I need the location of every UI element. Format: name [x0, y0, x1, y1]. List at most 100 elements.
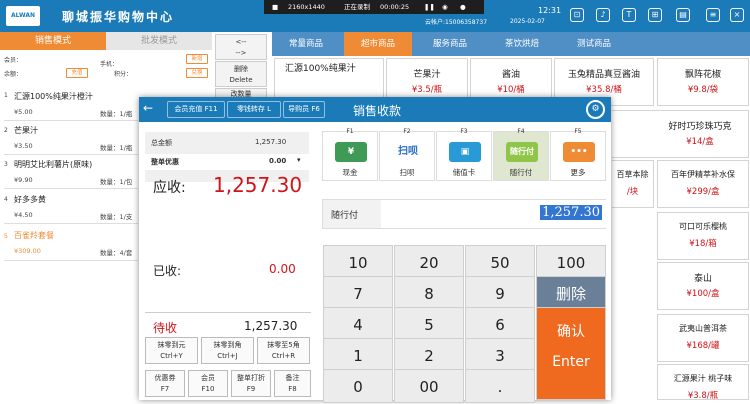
- product-tile[interactable]: 好时巧珍珠巧克 ¥14/盒: [612, 110, 749, 158]
- tab-category-active[interactable]: 超市商品: [344, 32, 412, 56]
- printer-icon[interactable]: ▤: [676, 8, 690, 22]
- divider: [4, 260, 138, 261]
- due-value: 1,257.30: [244, 319, 298, 333]
- hotkey-label: F3: [460, 128, 468, 135]
- tab-retail-mode[interactable]: 销售模式: [0, 32, 106, 50]
- key-50[interactable]: 50: [465, 245, 535, 279]
- product-tile[interactable]: 汇源果汁 桃子味 ¥3.8/瓶: [657, 364, 749, 401]
- key-5[interactable]: 5: [394, 307, 464, 341]
- cart-item-name-selected[interactable]: 百雀羚套餐: [14, 230, 54, 241]
- gift-icon[interactable]: ⊞: [648, 8, 662, 22]
- cart-item-qty: 数量：1/支: [100, 213, 133, 221]
- pay-method-label: 储值卡: [452, 168, 476, 177]
- back-arrow-icon[interactable]: ←: [143, 101, 153, 115]
- pay-more-button[interactable]: F5 ••• 更多: [550, 128, 606, 181]
- key-dot[interactable]: .: [465, 369, 535, 403]
- dropdown-icon[interactable]: ▾: [297, 156, 301, 164]
- button-line: 抹零至5角: [267, 341, 300, 349]
- tab-category[interactable]: 茶饮烘焙: [488, 32, 556, 56]
- camera-icon[interactable]: ◉: [442, 0, 448, 14]
- tab-category[interactable]: 测试商品: [560, 32, 628, 56]
- key-3[interactable]: 3: [465, 338, 535, 372]
- product-name: 武夷山普洱茶: [679, 324, 727, 333]
- key-2[interactable]: 2: [394, 338, 464, 372]
- button-line: <--: [235, 38, 247, 46]
- product-price: ¥14/盒: [686, 137, 714, 147]
- stop-icon[interactable]: ●: [460, 0, 466, 14]
- receivable-value: 1,257.30: [213, 173, 303, 197]
- round-to-jiao-button[interactable]: 抹零到角 Ctrl+J: [201, 337, 254, 364]
- key-0[interactable]: 0: [323, 369, 393, 403]
- key-00[interactable]: 00: [394, 369, 464, 403]
- key-8[interactable]: 8: [394, 276, 464, 310]
- tab-category[interactable]: 服务商品: [416, 32, 484, 56]
- round-to-yuan-button[interactable]: 抹零到元 Ctrl+Y: [145, 337, 198, 364]
- item-index: 3: [4, 161, 8, 168]
- sales-guide-tab[interactable]: 导购员 F6: [283, 101, 325, 118]
- member-button[interactable]: 会员 F10: [188, 370, 228, 397]
- lock-icon[interactable]: ⊡: [570, 8, 584, 22]
- menu-icon[interactable]: ≡: [706, 8, 720, 22]
- cart-item-name[interactable]: 芒果汁: [14, 125, 38, 136]
- pay-stored-card-button[interactable]: F3 ▣ 储值卡: [436, 128, 492, 181]
- product-tile[interactable]: 可口可乐樱桃 ¥18/箱: [657, 212, 749, 260]
- pay-suixingfu-button[interactable]: F4 随行付 随行付: [493, 128, 549, 181]
- product-tile[interactable]: 飘阵花椒 ¥9.8/袋: [657, 58, 749, 106]
- bell-icon[interactable]: ♪: [596, 8, 610, 22]
- key-1[interactable]: 1: [323, 338, 393, 372]
- hotkey-label: F4: [517, 128, 525, 135]
- cart-item-name[interactable]: 汇源100%纯果汁橙汁: [14, 91, 93, 102]
- recharge-button[interactable]: 充值: [66, 68, 88, 78]
- button-line: Ctrl+Y: [160, 352, 183, 360]
- pay-method-label: 随行付: [509, 168, 533, 177]
- redeem-button[interactable]: 兑换: [186, 68, 208, 78]
- key-7[interactable]: 7: [323, 276, 393, 310]
- button-line: Ctrl+J: [217, 352, 238, 360]
- product-tile[interactable]: 武夷山普洱茶 ¥168/罐: [657, 314, 749, 362]
- due-label: 待收: [153, 321, 178, 335]
- key-20[interactable]: 20: [394, 245, 464, 279]
- note-button[interactable]: 备注 F8: [274, 370, 311, 397]
- record-icon[interactable]: ■: [272, 0, 278, 14]
- confirm-enter-button[interactable]: 确认 Enter: [536, 307, 606, 400]
- button-line: 删除: [234, 65, 248, 73]
- key-6[interactable]: 6: [465, 307, 535, 341]
- payment-amount-value: 1,257.30: [540, 205, 602, 220]
- add-member-button[interactable]: 新增: [186, 54, 208, 64]
- change-deposit-tab[interactable]: 零钱转存 L: [227, 101, 281, 118]
- discount-row[interactable]: 整单优惠 0.00 ▾: [145, 154, 309, 170]
- cart-item-name[interactable]: 好多多黄: [14, 194, 46, 205]
- total-label: 总金额: [151, 139, 172, 147]
- round-to-5jiao-button[interactable]: 抹零至5角 Ctrl+R: [257, 337, 310, 364]
- product-tile[interactable]: 百年伊精萃补水保 ¥299/盒: [657, 160, 749, 208]
- cart-item-name[interactable]: 明明艾比利薯片(原味): [14, 159, 92, 170]
- pay-cash-button[interactable]: F1 ¥ 现金: [322, 128, 378, 181]
- key-delete[interactable]: 删除: [536, 276, 606, 310]
- key-9[interactable]: 9: [465, 276, 535, 310]
- delete-item-button[interactable]: 删除 Delete: [215, 61, 267, 87]
- key-100[interactable]: 100: [536, 245, 606, 279]
- shirt-icon[interactable]: T: [622, 8, 636, 22]
- tab-category[interactable]: 常量商品: [272, 32, 340, 56]
- key-4[interactable]: 4: [323, 307, 393, 341]
- payment-amount-input[interactable]: 1,257.30: [381, 200, 606, 228]
- store-logo: ALWAN: [6, 6, 40, 26]
- clock-time: 12:31: [538, 6, 562, 15]
- order-discount-button[interactable]: 整单打折 F9: [231, 370, 271, 397]
- coupon-button[interactable]: 优惠券 F7: [145, 370, 185, 397]
- product-tile[interactable]: 百草本除 /块: [612, 160, 654, 208]
- cart-item-price: ¥309.00: [14, 247, 41, 255]
- payment-amount-row: 随行付 1,257.30: [322, 199, 606, 229]
- pay-scan-button[interactable]: F2 扫呗 扫呗: [379, 128, 435, 181]
- product-tile[interactable]: 泰山 ¥100/盒: [657, 262, 749, 310]
- discount-label: 整单优惠: [151, 158, 179, 166]
- product-price: /块: [626, 187, 639, 197]
- pause-icon[interactable]: ❚❚: [424, 0, 435, 14]
- tab-wholesale-mode[interactable]: 批发模式: [106, 32, 212, 50]
- key-10[interactable]: 10: [323, 245, 393, 279]
- close-icon[interactable]: ×: [730, 8, 744, 22]
- member-recharge-tab[interactable]: 会员充值 F11: [167, 101, 225, 118]
- gear-icon[interactable]: ⚙: [586, 100, 605, 119]
- button-line: F7: [160, 385, 170, 393]
- move-left-right-button[interactable]: <-- -->: [215, 34, 267, 60]
